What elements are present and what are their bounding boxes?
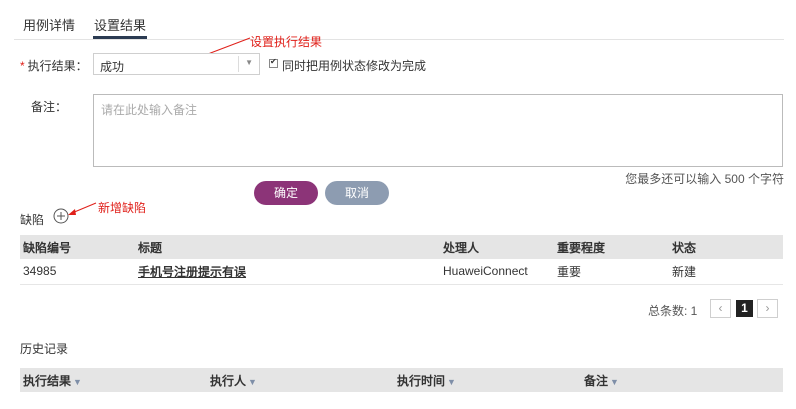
required-mark: * — [20, 59, 25, 73]
tab-bar: 用例详情 设置结果 — [14, 8, 784, 40]
sort-caret-icon[interactable]: ▼ — [248, 377, 257, 387]
sync-status-label[interactable]: 同时把用例状态修改为完成 — [282, 57, 426, 74]
result-label-text: 执行结果： — [27, 59, 88, 73]
remark-textarea[interactable]: 请在此处输入备注 — [93, 94, 783, 167]
defects-title: 缺陷 — [20, 213, 45, 227]
history-header-row: 执行结果 ▼ 执行人 ▼ 执行时间 ▼ 备注 ▼ — [20, 368, 783, 392]
sort-caret-icon[interactable]: ▼ — [73, 377, 82, 387]
cancel-button[interactable]: 取消 — [325, 181, 389, 205]
sort-caret-icon[interactable]: ▼ — [447, 377, 456, 387]
history-title: 历史记录 — [20, 342, 69, 356]
col-exec-result[interactable]: 执行结果 ▼ — [20, 368, 207, 392]
history-table: 执行结果 ▼ 执行人 ▼ 执行时间 ▼ 备注 ▼ — [20, 368, 783, 392]
col-exec-time-label: 执行时间 — [397, 373, 446, 388]
char-counter: 您最多还可以输入 500 个字符 — [625, 172, 784, 186]
chevron-right-icon[interactable]: › — [757, 299, 778, 318]
col-title: 标题 — [135, 235, 440, 259]
col-defect-id: 缺陷编号 — [20, 235, 135, 259]
defect-owner: HuaweiConnect — [440, 259, 554, 285]
col-exec-result-label: 执行结果 — [23, 373, 72, 388]
select-separator — [238, 56, 239, 72]
annotation-set-result: 设置执行结果 — [250, 35, 323, 49]
col-status: 状态 — [669, 235, 783, 259]
result-label: * 执行结果： — [20, 57, 88, 74]
pager-current-page[interactable]: 1 — [736, 300, 753, 317]
defects-header-row: 缺陷编号 标题 处理人 重要程度 状态 — [20, 235, 783, 259]
defect-title-cell: 手机号注册提示有误 — [135, 259, 440, 285]
sort-caret-icon[interactable]: ▼ — [610, 377, 619, 387]
defect-id: 34985 — [20, 259, 135, 285]
confirm-button[interactable]: 确定 — [254, 181, 318, 205]
col-severity: 重要程度 — [554, 235, 669, 259]
remark-placeholder: 请在此处输入备注 — [101, 103, 198, 117]
chevron-left-icon[interactable]: ‹ — [710, 299, 731, 318]
defect-title-link[interactable]: 手机号注册提示有误 — [138, 265, 246, 279]
remark-label: 备注： — [31, 100, 68, 114]
active-tab-indicator — [93, 36, 147, 39]
annotation-add-defect: 新增缺陷 — [98, 201, 147, 215]
chevron-down-icon[interactable]: ▼ — [245, 58, 253, 67]
sync-status-checkbox[interactable] — [269, 57, 278, 68]
col-remark-label: 备注 — [584, 373, 609, 388]
col-remark[interactable]: 备注 ▼ — [581, 368, 783, 392]
col-executor[interactable]: 执行人 ▼ — [207, 368, 394, 392]
pager-total: 总条数: 1 — [648, 304, 698, 318]
col-owner: 处理人 — [440, 235, 554, 259]
defect-status: 新建 — [669, 259, 783, 285]
col-exec-time[interactable]: 执行时间 ▼ — [394, 368, 581, 392]
col-executor-label: 执行人 — [210, 373, 247, 388]
annotation-arrow-icon — [68, 202, 97, 215]
result-select-value: 成功 — [100, 60, 125, 74]
tab-case-details[interactable]: 用例详情 — [23, 15, 75, 34]
tab-set-result[interactable]: 设置结果 — [94, 15, 146, 34]
defects-table: 缺陷编号 标题 处理人 重要程度 状态 34985 手机号注册提示有误 Huaw… — [20, 235, 783, 285]
defect-severity: 重要 — [554, 259, 669, 285]
result-select[interactable]: 成功 ▼ — [93, 53, 260, 75]
table-row: 34985 手机号注册提示有误 HuaweiConnect 重要 新建 — [20, 259, 783, 285]
